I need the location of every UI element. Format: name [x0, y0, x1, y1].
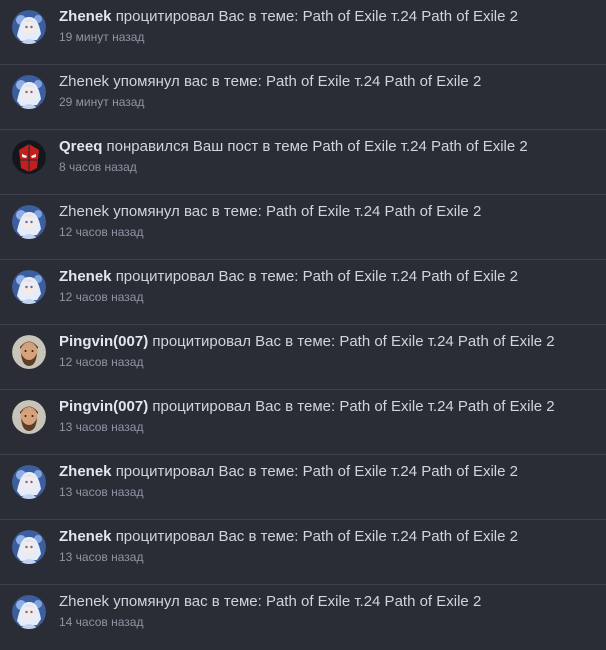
notification-time: 8 часов назад [59, 160, 137, 174]
notification-username[interactable]: Pingvin(007) [59, 398, 148, 415]
notification-item[interactable]: Zhenek упомянул вас в теме: Path of Exil… [0, 195, 606, 260]
notification-item[interactable]: Zhenek процитировал Вас в теме: Path of … [0, 455, 606, 520]
notification-text-line: Pingvin(007) процитировал Вас в теме: Pa… [59, 397, 555, 417]
notification-time: 13 часов назад [59, 550, 144, 564]
notification-username[interactable]: Zhenek [59, 528, 112, 545]
notification-text-line: Zhenek упомянул вас в теме: Path of Exil… [59, 72, 481, 92]
anime-girl-avatar[interactable] [12, 465, 46, 499]
notification-message[interactable]: процитировал Вас в теме: Path of Exile т… [116, 268, 518, 285]
notification-message[interactable]: Zhenek упомянул вас в теме: Path of Exil… [59, 593, 481, 610]
notification-item[interactable]: Qreeq понравился Ваш пост в теме Path of… [0, 130, 606, 195]
notification-time: 13 часов назад [59, 485, 144, 499]
notification-item[interactable]: Zhenek процитировал Вас в теме: Path of … [0, 520, 606, 585]
notification-time: 19 минут назад [59, 30, 145, 44]
notification-text-line: Zhenek процитировал Вас в теме: Path of … [59, 462, 518, 482]
notification-message[interactable]: процитировал Вас в теме: Path of Exile т… [116, 8, 518, 25]
notification-username[interactable]: Zhenek [59, 268, 112, 285]
notification-message[interactable]: процитировал Вас в теме: Path of Exile т… [116, 463, 518, 480]
notification-text-line: Zhenek процитировал Вас в теме: Path of … [59, 7, 518, 27]
notification-item[interactable]: Pingvin(007) процитировал Вас в теме: Pa… [0, 325, 606, 390]
notification-time: 13 часов назад [59, 420, 144, 434]
notification-time: 14 часов назад [59, 615, 144, 629]
notification-username[interactable]: Zhenek [59, 8, 112, 25]
anime-girl-avatar[interactable] [12, 205, 46, 239]
notification-username[interactable]: Pingvin(007) [59, 333, 148, 350]
notification-content: Zhenek упомянул вас в теме: Path of Exil… [59, 195, 481, 240]
notification-item[interactable]: Zhenek процитировал Вас в теме: Path of … [0, 0, 606, 65]
anime-girl-avatar[interactable] [12, 595, 46, 629]
anime-girl-avatar[interactable] [12, 270, 46, 304]
notification-content: Zhenek процитировал Вас в теме: Path of … [59, 520, 518, 565]
notification-content: Pingvin(007) процитировал Вас в теме: Pa… [59, 390, 555, 435]
anime-girl-avatar[interactable] [12, 10, 46, 44]
notification-content: Qreeq понравился Ваш пост в теме Path of… [59, 130, 528, 175]
notification-message[interactable]: процитировал Вас в теме: Path of Exile т… [152, 333, 554, 350]
notification-text-line: Qreeq понравился Ваш пост в теме Path of… [59, 137, 528, 157]
anime-girl-avatar[interactable] [12, 530, 46, 564]
notification-content: Pingvin(007) процитировал Вас в теме: Pa… [59, 325, 555, 370]
notification-text-line: Zhenek упомянул вас в теме: Path of Exil… [59, 202, 481, 222]
notification-message[interactable]: Zhenek упомянул вас в теме: Path of Exil… [59, 203, 481, 220]
notification-message[interactable]: процитировал Вас в теме: Path of Exile т… [152, 398, 554, 415]
notification-list: Zhenek процитировал Вас в теме: Path of … [0, 0, 606, 650]
notification-text-line: Zhenek процитировал Вас в теме: Path of … [59, 527, 518, 547]
notification-item[interactable]: Zhenek упомянул вас в теме: Path of Exil… [0, 585, 606, 650]
notification-content: Zhenek упомянул вас в теме: Path of Exil… [59, 65, 481, 110]
notification-time: 12 часов назад [59, 355, 144, 369]
hero-mask-avatar[interactable] [12, 140, 46, 174]
notification-content: Zhenek процитировал Вас в теме: Path of … [59, 455, 518, 500]
notification-content: Zhenek процитировал Вас в теме: Path of … [59, 260, 518, 305]
notification-text-line: Pingvin(007) процитировал Вас в теме: Pa… [59, 332, 555, 352]
notification-message[interactable]: процитировал Вас в теме: Path of Exile т… [116, 528, 518, 545]
notification-time: 12 часов назад [59, 225, 144, 239]
notification-content: Zhenek процитировал Вас в теме: Path of … [59, 0, 518, 45]
notification-item[interactable]: Zhenek упомянул вас в теме: Path of Exil… [0, 65, 606, 130]
notification-username[interactable]: Zhenek [59, 463, 112, 480]
notification-item[interactable]: Pingvin(007) процитировал Вас в теме: Pa… [0, 390, 606, 455]
notification-content: Zhenek упомянул вас в теме: Path of Exil… [59, 585, 481, 630]
notification-text-line: Zhenek процитировал Вас в теме: Path of … [59, 267, 518, 287]
notification-text-line: Zhenek упомянул вас в теме: Path of Exil… [59, 592, 481, 612]
notification-time: 29 минут назад [59, 95, 145, 109]
notification-time: 12 часов назад [59, 290, 144, 304]
notification-username[interactable]: Qreeq [59, 138, 102, 155]
anime-girl-avatar[interactable] [12, 75, 46, 109]
notification-message[interactable]: понравился Ваш пост в теме Path of Exile… [107, 138, 528, 155]
bearded-man-avatar[interactable] [12, 335, 46, 369]
bearded-man-avatar[interactable] [12, 400, 46, 434]
notification-message[interactable]: Zhenek упомянул вас в теме: Path of Exil… [59, 73, 481, 90]
notification-item[interactable]: Zhenek процитировал Вас в теме: Path of … [0, 260, 606, 325]
